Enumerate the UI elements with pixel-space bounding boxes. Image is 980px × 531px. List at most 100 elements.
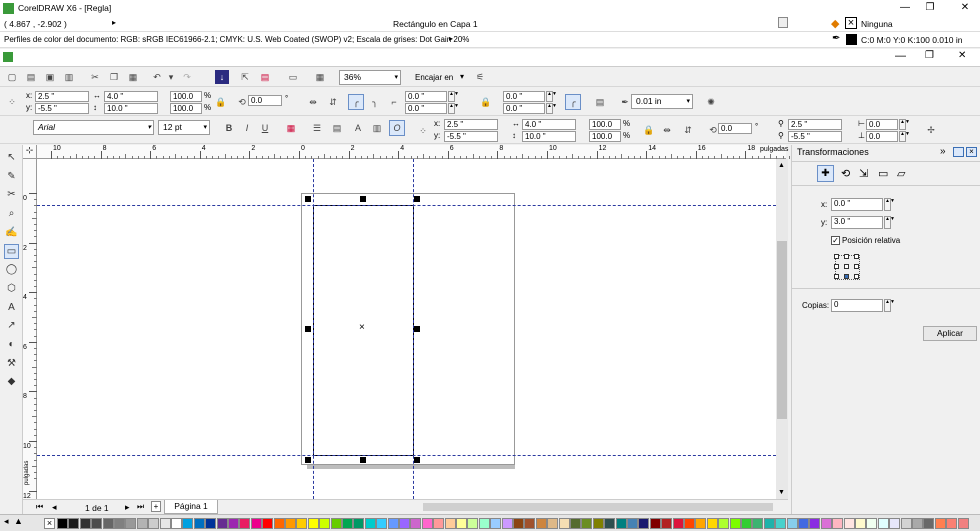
convert-to-curves-icon[interactable]: ✺ bbox=[704, 95, 718, 109]
corner-bl-spin-icon[interactable]: ▲▼ bbox=[448, 103, 459, 114]
skew-h-spin-icon[interactable]: ▲▼ bbox=[899, 119, 910, 130]
mirror-vertical-icon[interactable]: ⇵ bbox=[326, 95, 340, 109]
print-icon[interactable]: ▥ bbox=[62, 70, 76, 84]
mirror-horizontal-icon[interactable]: ⇹ bbox=[306, 95, 320, 109]
color-swatch[interactable] bbox=[159, 518, 171, 529]
anchor-point[interactable] bbox=[844, 264, 849, 269]
zoom-select[interactable]: 36% ▾ bbox=[339, 70, 401, 85]
docker-y-field[interactable]: 3.0 " bbox=[831, 216, 883, 229]
color-swatch[interactable] bbox=[706, 518, 718, 529]
docker-minimize-icon[interactable] bbox=[953, 147, 964, 157]
docker-x-field[interactable]: 0.0 " bbox=[831, 198, 883, 211]
object-origin-icon[interactable]: ⁘ bbox=[416, 124, 430, 138]
docker-y-spin-icon[interactable]: ▲▼ bbox=[884, 216, 895, 229]
y-position-field[interactable]: -5.5 " bbox=[35, 103, 89, 114]
paste-icon[interactable]: ▦ bbox=[126, 70, 140, 84]
corner-tr-spin-icon[interactable]: ▲▼ bbox=[546, 91, 557, 102]
rotation-field[interactable]: 0.0 bbox=[248, 95, 282, 106]
doc-minimize-button[interactable]: — bbox=[895, 50, 906, 62]
text-rotation-field[interactable]: 0.0 bbox=[718, 123, 752, 134]
color-swatch[interactable] bbox=[581, 518, 593, 529]
relative-position-checkbox[interactable]: ✓ bbox=[831, 236, 840, 245]
italic-icon[interactable]: I bbox=[240, 121, 254, 135]
page-tab[interactable]: Página 1 bbox=[164, 500, 218, 514]
color-swatch[interactable] bbox=[285, 518, 296, 529]
color-swatch[interactable] bbox=[946, 518, 958, 529]
anchor-point-selector[interactable] bbox=[834, 254, 860, 280]
skew-transform-icon[interactable]: ▱ bbox=[897, 167, 905, 180]
skew-v-field[interactable]: 0.0 bbox=[866, 131, 898, 142]
text-align-icon[interactable]: ▦ bbox=[284, 121, 298, 135]
welcome-screen-icon[interactable]: ▦ bbox=[313, 70, 327, 84]
handle-top-right[interactable] bbox=[414, 196, 420, 202]
underline-icon[interactable]: U bbox=[258, 121, 272, 135]
color-swatch[interactable] bbox=[410, 518, 422, 529]
color-swatch[interactable] bbox=[319, 518, 331, 529]
anchor-point[interactable] bbox=[834, 254, 839, 259]
color-swatch[interactable] bbox=[649, 518, 661, 529]
scale-width-field[interactable]: 100.0 bbox=[170, 91, 202, 102]
eyedropper-tool-icon[interactable]: ⚒ bbox=[4, 356, 19, 371]
scallop-corner-icon[interactable]: ╮ bbox=[368, 95, 382, 109]
export-pdf-icon[interactable]: ▤ bbox=[258, 70, 272, 84]
handle-bottom-left[interactable] bbox=[305, 457, 311, 463]
anchor-point[interactable] bbox=[854, 254, 859, 259]
color-swatch[interactable] bbox=[125, 518, 137, 529]
crop-tool-icon[interactable]: ✂ bbox=[4, 187, 19, 202]
color-swatch[interactable] bbox=[832, 518, 844, 529]
color-swatch[interactable] bbox=[695, 518, 707, 529]
color-swatch[interactable] bbox=[957, 518, 969, 529]
text-orientation-icon[interactable]: O bbox=[389, 120, 405, 136]
corner-tl-spin-icon[interactable]: ▲▼ bbox=[448, 91, 459, 102]
undo-dropdown-icon[interactable]: ▾ bbox=[164, 70, 178, 84]
open-icon[interactable]: ▤ bbox=[24, 70, 38, 84]
scale-height-field[interactable]: 100.0 bbox=[170, 103, 202, 114]
color-swatch[interactable] bbox=[820, 518, 832, 529]
freehand-tool-icon[interactable]: ✍ bbox=[4, 225, 19, 240]
docker-x-spin-icon[interactable]: ▲▼ bbox=[884, 198, 895, 211]
bold-icon[interactable]: B bbox=[222, 121, 236, 135]
close-window-button[interactable]: ✕ bbox=[950, 0, 980, 16]
color-swatch[interactable] bbox=[228, 518, 239, 529]
shape-tool-icon[interactable]: ✎ bbox=[4, 169, 19, 184]
color-swatch[interactable] bbox=[570, 518, 581, 529]
color-swatch[interactable] bbox=[490, 518, 502, 529]
center-marker-icon[interactable]: × bbox=[359, 322, 365, 333]
color-swatch[interactable] bbox=[193, 518, 205, 529]
drop-cap-icon[interactable]: ▤ bbox=[330, 121, 344, 135]
font-select[interactable]: Arial ▾ bbox=[33, 120, 154, 135]
palette-scroll-up-icon[interactable]: ▲ bbox=[14, 516, 23, 526]
color-swatch[interactable] bbox=[136, 518, 148, 529]
color-swatch[interactable] bbox=[364, 518, 376, 529]
drawing-canvas[interactable]: × bbox=[37, 159, 776, 499]
color-profiles-text[interactable]: Perfiles de color del documento: RGB: sR… bbox=[4, 35, 469, 44]
color-swatch[interactable] bbox=[342, 518, 353, 529]
color-swatch[interactable] bbox=[558, 518, 570, 529]
size-transform-icon[interactable]: ▭ bbox=[878, 167, 888, 180]
color-swatch[interactable] bbox=[501, 518, 513, 529]
relative-corner-icon[interactable]: ╭ bbox=[565, 94, 581, 110]
color-swatch[interactable] bbox=[250, 518, 262, 529]
docker-expand-icon[interactable]: » bbox=[940, 146, 946, 157]
doc-restore-button[interactable]: ❐ bbox=[925, 50, 934, 61]
corner-top-right-field[interactable]: 0.0 " bbox=[503, 91, 545, 102]
mirror-horizontal-icon[interactable]: ⇹ bbox=[660, 123, 674, 137]
last-page-icon[interactable]: ⏭ bbox=[137, 502, 144, 512]
horizontal-ruler[interactable]: ⊹ pulgadas 10 8 6 4 2 0 2 4 6 8 10 12 14 16 18 bbox=[23, 145, 790, 159]
color-swatch[interactable] bbox=[843, 518, 855, 529]
scroll-up-icon[interactable]: ▲ bbox=[778, 162, 785, 169]
docker-close-icon[interactable]: × bbox=[966, 147, 977, 157]
color-swatch[interactable] bbox=[718, 518, 730, 529]
anchor-point[interactable] bbox=[854, 274, 859, 279]
color-swatch[interactable] bbox=[114, 518, 125, 529]
snap-dropdown-icon[interactable]: ▾ bbox=[460, 72, 464, 81]
color-swatch[interactable] bbox=[809, 518, 821, 529]
rectangle-tool-icon[interactable]: ▭ bbox=[4, 243, 19, 259]
color-swatch[interactable] bbox=[102, 518, 114, 529]
text-x-field[interactable]: 2.5 " bbox=[444, 119, 498, 130]
previous-page-icon[interactable]: ◂ bbox=[52, 502, 57, 513]
color-swatch[interactable] bbox=[923, 518, 935, 529]
handle-middle-left[interactable] bbox=[305, 326, 311, 332]
color-swatch[interactable] bbox=[456, 518, 467, 529]
scale-transform-icon[interactable]: ⇲ bbox=[859, 167, 868, 180]
